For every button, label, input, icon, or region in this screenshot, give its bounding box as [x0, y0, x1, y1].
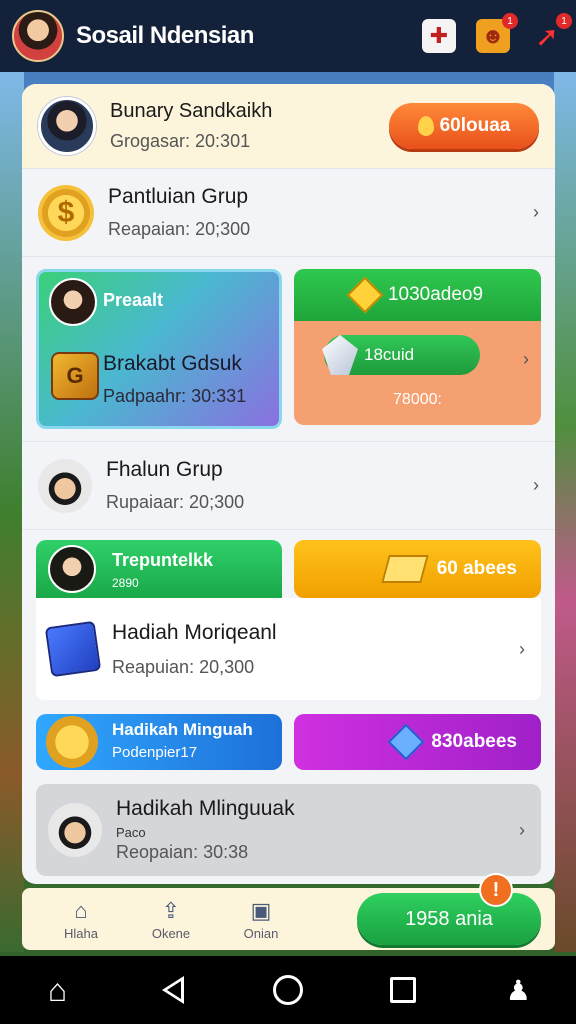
banner-row-2: Hadikah Minguah Podenpier17 830abees: [22, 700, 555, 784]
gem-icon: [388, 723, 425, 761]
bottom-tab-bar: ⌂ Hlaha ⇪ Okene ▣ Onian 1958 ania !: [22, 873, 555, 950]
briefcase-icon: ▣: [250, 897, 272, 923]
coin-button[interactable]: 60louaa: [389, 103, 539, 149]
app-title: Sosail Ndensian: [76, 22, 254, 49]
blue-banner-title: Hadikah Minguah: [112, 720, 253, 739]
user-avatar: [38, 97, 96, 155]
tab-briefcase[interactable]: ▣ Onian: [216, 898, 306, 941]
gem-icon: [346, 276, 384, 314]
list-item-group-1[interactable]: $ Pantluian Grup Reapaian: 20;300 ›: [22, 168, 555, 256]
arrow-icon[interactable]: ➚ 1: [530, 13, 572, 53]
profile-button[interactable]: ♟: [488, 974, 548, 1007]
character-icon: [48, 803, 102, 857]
tab-label: Onian: [243, 925, 279, 941]
claim-label: 1958 ania: [405, 907, 493, 930]
banner-row-1: Trepuntelkk 2890 60 abees: [22, 529, 555, 598]
treasure-box-icon: G: [51, 352, 99, 400]
card-a-title: Brakabt Gdsuk: [103, 352, 242, 375]
card-b-header: 1030adeo9: [294, 269, 541, 321]
square-icon: [390, 977, 417, 1003]
background-right: [554, 72, 576, 952]
background-left: [0, 72, 24, 952]
list-item-title: Pantluian Grup: [108, 185, 249, 208]
circle-icon: [272, 975, 303, 1005]
list-item-small: Paco: [116, 825, 146, 840]
list-item-title: Hadiah Moriqeanl: [112, 620, 277, 644]
home-icon[interactable]: ⌂: [28, 972, 88, 1009]
coin-icon: $: [38, 184, 94, 241]
chevron-right-icon: ›: [519, 819, 525, 840]
chevron-right-icon: ›: [533, 202, 539, 222]
home-button[interactable]: [258, 975, 318, 1005]
profile-avatar[interactable]: [12, 10, 64, 62]
character-icon: [38, 458, 92, 513]
gold-bar-icon: [380, 555, 429, 583]
system-nav-bar: ⌂ ♟: [0, 956, 576, 1024]
tab-label: Hlaha: [64, 925, 98, 941]
coin-label: 60louaa: [439, 115, 511, 136]
arrow-badge: 1: [556, 13, 572, 29]
card-b-top-label: 1030adeo9: [387, 284, 484, 305]
card-b-bottom: 78000:: [393, 391, 442, 408]
green-banner-title: Trepuntelkk: [112, 550, 214, 570]
chevron-right-icon: ›: [523, 349, 529, 369]
clipboard-icon[interactable]: ✚: [422, 19, 456, 53]
blue-banner[interactable]: Hadikah Minguah Podenpier17: [36, 714, 282, 770]
green-banner[interactable]: Trepuntelkk 2890: [36, 540, 282, 598]
claim-button[interactable]: 1958 ania !: [357, 873, 541, 945]
yellow-banner[interactable]: 60 abees: [294, 540, 541, 598]
back-button[interactable]: [143, 976, 203, 1004]
main-panel: Bunary Sandkaikh Grogasar: 20:301 60loua…: [22, 84, 555, 884]
tab-upload[interactable]: ⇪ Okene: [126, 898, 216, 941]
reward-card-b[interactable]: 1030adeo9 18cuid 78000: ›: [294, 269, 541, 425]
card-a-label: Preaalt: [103, 290, 164, 310]
card-a-sub: Padpaahr: 30:331: [103, 386, 247, 406]
list-item-grey[interactable]: Hadikah Mlinguuak Paco Reopaian: 30:38 ›: [36, 784, 541, 876]
purple-banner[interactable]: 830abees: [294, 714, 541, 770]
tab-home[interactable]: ⌂ Hlaha: [36, 898, 126, 941]
green-banner-sub: 2890: [112, 576, 139, 590]
top-bar: Sosail Ndensian ✚ ☻ 1 ➚ 1: [0, 0, 576, 72]
banner-avatar: [48, 545, 96, 593]
coin-icon: [46, 716, 98, 768]
list-item-weekly-reward[interactable]: Hadiah Moriqeanl Reapuian: 20,300 ›: [36, 598, 541, 700]
list-item-group-2[interactable]: Fhalun Grup Rupaiaar: 20;300 ›: [22, 441, 555, 529]
list-item-sub: Reopaian: 30:38: [116, 842, 249, 862]
chevron-right-icon: ›: [533, 475, 539, 495]
tab-label: Okene: [151, 925, 191, 941]
gift-badge: 1: [502, 13, 518, 29]
upload-icon: ⇪: [161, 897, 181, 923]
recents-button[interactable]: [373, 977, 433, 1003]
card-avatar: [49, 278, 97, 326]
list-item-sub: Rupaiaar: 20;300: [106, 492, 245, 512]
list-item-sub: Reapuian: 20,300: [112, 656, 255, 677]
list-item-title: Fhalun Grup: [106, 458, 223, 481]
reward-card-a[interactable]: Preaalt G Brakabt Gdsuk Padpaahr: 30:331: [36, 269, 282, 429]
cube-icon: [44, 620, 102, 678]
user-sub: Grogasar: 20:301: [110, 131, 251, 151]
profile-header: Bunary Sandkaikh Grogasar: 20:301 60loua…: [22, 84, 555, 168]
alert-badge: !: [479, 873, 513, 907]
list-item-title: Hadikah Mlinguuak: [116, 797, 295, 820]
blue-banner-sub: Podenpier17: [112, 744, 198, 761]
drop-icon: [417, 116, 434, 136]
list-item-sub: Reapaian: 20;300: [108, 219, 251, 239]
yellow-banner-label: 60 abees: [436, 558, 517, 579]
back-icon: [161, 976, 184, 1004]
purple-banner-label: 830abees: [431, 731, 517, 752]
reward-split: Preaalt G Brakabt Gdsuk Padpaahr: 30:331…: [22, 256, 555, 441]
home-icon: ⌂: [74, 897, 88, 923]
gift-icon[interactable]: ☻ 1: [476, 13, 518, 53]
user-name: Bunary Sandkaikh: [110, 100, 273, 122]
chevron-right-icon: ›: [519, 638, 525, 659]
